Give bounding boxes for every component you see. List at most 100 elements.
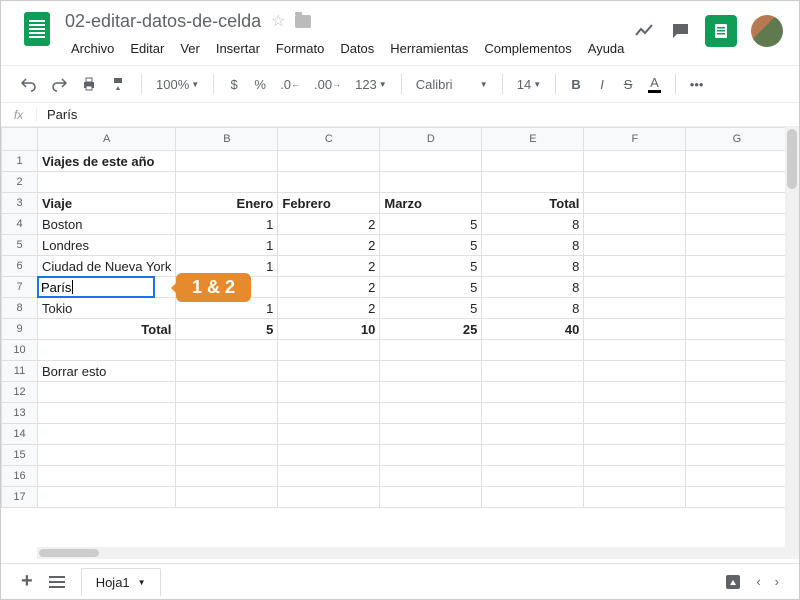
cell[interactable] (380, 487, 482, 508)
cell[interactable] (686, 382, 788, 403)
chevron-left-icon[interactable]: ‹ (756, 574, 760, 589)
row-header[interactable]: 16 (2, 466, 38, 487)
sheet-tab[interactable]: Hoja1▼ (81, 568, 161, 596)
cell[interactable] (584, 403, 686, 424)
cell[interactable]: Borrar esto (38, 361, 176, 382)
number-format-select[interactable]: 123▼ (351, 73, 391, 96)
cell[interactable] (686, 361, 788, 382)
cell[interactable] (38, 403, 176, 424)
col-header[interactable]: G (686, 128, 788, 151)
cell[interactable] (482, 445, 584, 466)
cell[interactable] (482, 424, 584, 445)
cell[interactable]: Marzo (380, 193, 482, 214)
cell[interactable] (278, 466, 380, 487)
cell[interactable]: Tokio (38, 298, 176, 319)
cell[interactable] (176, 172, 278, 193)
cell[interactable]: 5 (380, 214, 482, 235)
cell[interactable] (584, 256, 686, 277)
cell[interactable] (176, 487, 278, 508)
cell[interactable] (278, 361, 380, 382)
cell[interactable]: 5 (176, 319, 278, 340)
row-header[interactable]: 12 (2, 382, 38, 403)
cell[interactable] (482, 151, 584, 172)
cell[interactable] (278, 424, 380, 445)
cell[interactable]: 5 (380, 256, 482, 277)
cell[interactable]: 25 (380, 319, 482, 340)
add-sheet-button[interactable]: + (21, 570, 33, 593)
cell[interactable] (686, 298, 788, 319)
zoom-select[interactable]: 100%▼ (152, 73, 203, 96)
dec-increase-button[interactable]: .00→ (310, 73, 345, 96)
horizontal-scrollbar[interactable] (37, 547, 785, 559)
cell[interactable] (380, 340, 482, 361)
cell[interactable] (584, 235, 686, 256)
row-header[interactable]: 2 (2, 172, 38, 193)
col-header[interactable]: A (38, 128, 176, 151)
cell[interactable]: 8 (482, 235, 584, 256)
cell[interactable] (686, 445, 788, 466)
row-header[interactable]: 17 (2, 487, 38, 508)
font-size-select[interactable]: 14▼ (513, 73, 545, 96)
cell[interactable] (686, 277, 788, 298)
row-header[interactable]: 6 (2, 256, 38, 277)
cell[interactable]: Viajes de este año (38, 151, 176, 172)
menu-edit[interactable]: Editar (124, 37, 170, 60)
cell[interactable] (38, 445, 176, 466)
cell[interactable] (38, 424, 176, 445)
cell[interactable]: Boston (38, 214, 176, 235)
cell[interactable] (686, 214, 788, 235)
percent-button[interactable]: % (250, 73, 270, 96)
row-header[interactable]: 11 (2, 361, 38, 382)
cell[interactable] (380, 424, 482, 445)
cell[interactable]: 2 (278, 235, 380, 256)
cell[interactable] (278, 151, 380, 172)
text-color-button[interactable]: A (644, 71, 665, 97)
share-button[interactable] (705, 15, 737, 47)
cell[interactable] (482, 487, 584, 508)
col-header[interactable]: C (278, 128, 380, 151)
cell[interactable]: Ciudad de Nueva York (38, 256, 176, 277)
cell[interactable] (584, 193, 686, 214)
cell[interactable]: 2 (278, 277, 380, 298)
cell[interactable] (38, 382, 176, 403)
cell[interactable] (278, 445, 380, 466)
cell[interactable] (176, 340, 278, 361)
cell[interactable] (584, 277, 686, 298)
row-header[interactable]: 9 (2, 319, 38, 340)
cell[interactable] (686, 403, 788, 424)
row-header[interactable]: 7 (2, 277, 38, 298)
cell[interactable] (176, 361, 278, 382)
cell[interactable] (686, 235, 788, 256)
cell[interactable] (686, 193, 788, 214)
folder-icon[interactable] (295, 15, 311, 28)
cell[interactable]: 2 (278, 256, 380, 277)
row-header[interactable]: 10 (2, 340, 38, 361)
cell[interactable] (584, 466, 686, 487)
cell[interactable]: 8 (482, 256, 584, 277)
paint-format-icon[interactable] (107, 72, 131, 96)
all-sheets-button[interactable] (49, 576, 65, 588)
cell[interactable]: Enero (176, 193, 278, 214)
cell[interactable] (584, 424, 686, 445)
cell[interactable]: 2 (278, 214, 380, 235)
cell[interactable] (584, 319, 686, 340)
cell[interactable]: 8 (482, 298, 584, 319)
menu-view[interactable]: Ver (174, 37, 206, 60)
row-header[interactable]: 14 (2, 424, 38, 445)
cell[interactable] (38, 487, 176, 508)
cell[interactable] (176, 151, 278, 172)
cell[interactable] (278, 487, 380, 508)
cell[interactable]: 5 (380, 298, 482, 319)
cell[interactable]: 5 (380, 277, 482, 298)
cell[interactable] (482, 466, 584, 487)
menu-insert[interactable]: Insertar (210, 37, 266, 60)
cell[interactable] (686, 424, 788, 445)
menu-data[interactable]: Datos (334, 37, 380, 60)
cell[interactable]: 2 (278, 298, 380, 319)
strike-button[interactable]: S (618, 73, 638, 96)
formula-bar[interactable]: París (37, 107, 77, 122)
cell[interactable] (176, 424, 278, 445)
row-header[interactable]: 5 (2, 235, 38, 256)
spreadsheet-grid[interactable]: ABCDEFG1Viajes de este año23ViajeEneroFe… (1, 127, 799, 559)
font-select[interactable]: Calibri▼ (412, 73, 492, 96)
